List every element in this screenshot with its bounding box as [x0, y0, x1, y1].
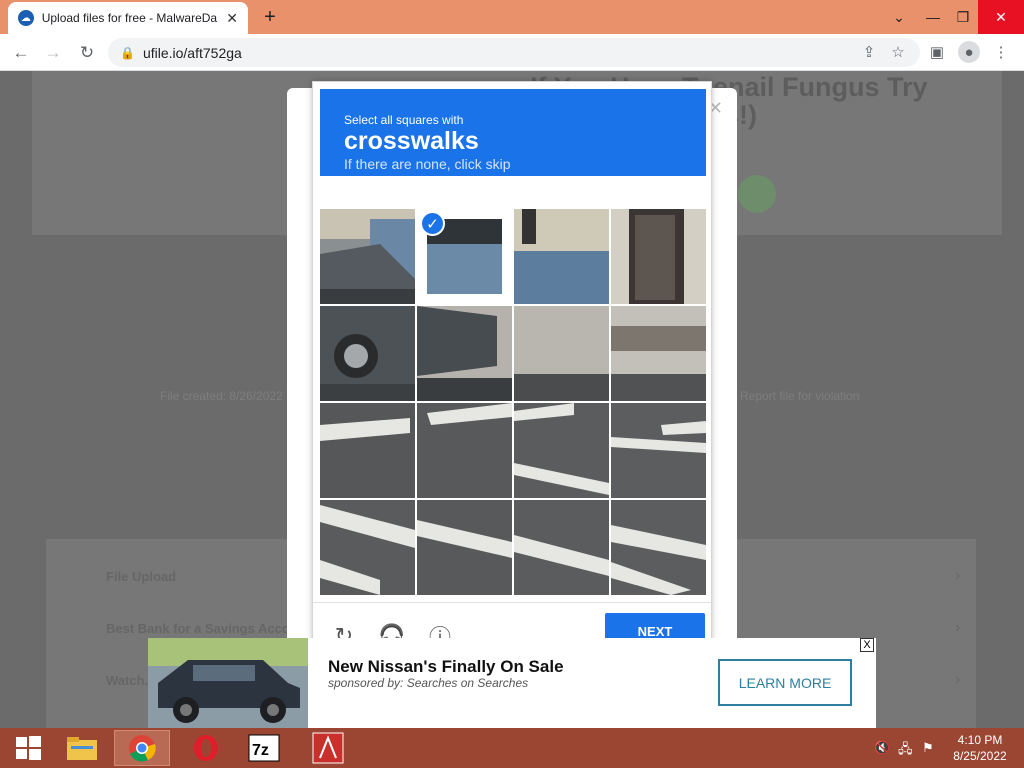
site-favicon-icon: ☁: [18, 10, 34, 26]
car-ad-image: [148, 638, 308, 728]
url-text: ufile.io/aft752ga: [142, 44, 242, 61]
captcha-tile-5[interactable]: [417, 306, 512, 401]
background-ad-arrow-icon: [738, 175, 776, 213]
app-icon[interactable]: [300, 730, 356, 766]
captcha-tile-11[interactable]: [611, 403, 706, 498]
ad-title[interactable]: New Nissan's Finally On Sale: [328, 657, 564, 677]
browser-toolbar: ← → ↻ 🔒 ufile.io/aft752ga ⇪ ☆ ▣ ● ⋮: [0, 34, 1024, 71]
new-tab-button[interactable]: +: [260, 6, 280, 29]
captcha-tile-3[interactable]: [611, 209, 706, 304]
browser-tab[interactable]: ☁ Upload files for free - MalwareDa ✕: [8, 2, 248, 34]
windows-start-icon[interactable]: [0, 730, 56, 766]
captcha-tile-15[interactable]: [611, 500, 706, 595]
report-file-link: Report file for violation: [740, 389, 860, 403]
selected-checkmark-icon: ✓: [420, 211, 445, 236]
file-created-text: File created: 8/26/2022: [160, 389, 283, 403]
captcha-tile-14[interactable]: [514, 500, 609, 595]
7zip-icon[interactable]: 7z: [236, 730, 292, 766]
captcha-tile-0[interactable]: [320, 209, 415, 304]
side-panel-icon[interactable]: ▣: [926, 41, 948, 63]
browser-titlebar: ☁ Upload files for free - MalwareDa ✕ + …: [0, 0, 1024, 34]
tab-close-icon[interactable]: ✕: [226, 10, 238, 27]
captcha-tile-2[interactable]: [514, 209, 609, 304]
action-center-flag-icon[interactable]: ⚑: [922, 740, 934, 756]
forward-arrow-icon[interactable]: →: [40, 40, 66, 66]
back-arrow-icon[interactable]: ←: [8, 40, 34, 66]
captcha-instruction: Select all squares with: [344, 113, 464, 127]
captcha-tile-4[interactable]: [320, 306, 415, 401]
clock-date: 8/25/2022: [953, 749, 1007, 763]
captcha-image-grid: [320, 209, 706, 595]
ad-sponsor: sponsored by: Searches on Searches: [328, 676, 529, 690]
captcha-tile-13[interactable]: [417, 500, 512, 595]
captcha-tile-6[interactable]: [514, 306, 609, 401]
list-item: Best Bank for a Savings Acco...: [106, 621, 301, 636]
reload-icon[interactable]: ↻: [74, 40, 100, 66]
captcha-tile-9[interactable]: [417, 403, 512, 498]
captcha-target-word: crosswalks: [344, 127, 479, 155]
lock-icon: 🔒: [120, 45, 135, 60]
taskbar-clock[interactable]: 4:10 PM 8/25/2022: [940, 732, 1020, 764]
opera-icon[interactable]: [178, 730, 234, 766]
captcha-tile-12[interactable]: [320, 500, 415, 595]
ad-close-icon[interactable]: X: [860, 638, 874, 652]
tab-title: Upload files for free - MalwareDa: [41, 11, 218, 25]
list-item: File Upload: [106, 569, 177, 584]
captcha-tile-7[interactable]: [611, 306, 706, 401]
minimize-button[interactable]: —: [916, 0, 950, 34]
address-bar[interactable]: 🔒 ufile.io/aft752ga: [108, 38, 920, 67]
chevron-right-icon: ›: [955, 567, 961, 584]
menu-kebab-icon[interactable]: ⋮: [990, 41, 1012, 63]
bottom-ad-banner[interactable]: New Nissan's Finally On Sale sponsored b…: [148, 638, 876, 728]
chrome-icon[interactable]: [114, 730, 170, 766]
restore-button[interactable]: ❐: [946, 0, 980, 34]
chevron-right-icon: ›: [955, 671, 961, 688]
bookmark-star-icon[interactable]: ☆: [887, 41, 909, 63]
clock-time: 4:10 PM: [957, 733, 1003, 747]
captcha-tile-8[interactable]: [320, 403, 415, 498]
windows-taskbar: 7z 🔇 🖧 ⚑ 4:10 PM 8/25/2022: [0, 728, 1024, 768]
captcha-hint: If there are none, click skip: [344, 156, 511, 172]
share-icon[interactable]: ⇪: [858, 41, 880, 63]
network-icon[interactable]: 🖧: [898, 740, 913, 762]
profile-avatar-icon[interactable]: ●: [958, 41, 980, 63]
file-explorer-icon[interactable]: [54, 730, 110, 766]
learn-more-button[interactable]: LEARN MORE: [718, 659, 852, 706]
captcha-tile-10[interactable]: [514, 403, 609, 498]
chevron-right-icon: ›: [955, 619, 961, 636]
svg-text:7z: 7z: [252, 742, 269, 759]
captcha-challenge: Select all squares with crosswalks If th…: [312, 81, 712, 650]
close-window-button[interactable]: ✕: [978, 0, 1024, 34]
volume-muted-icon[interactable]: 🔇: [874, 740, 890, 756]
tab-search-chevron-icon[interactable]: ⌄: [882, 0, 916, 34]
captcha-header: Select all squares with crosswalks If th…: [320, 89, 706, 176]
